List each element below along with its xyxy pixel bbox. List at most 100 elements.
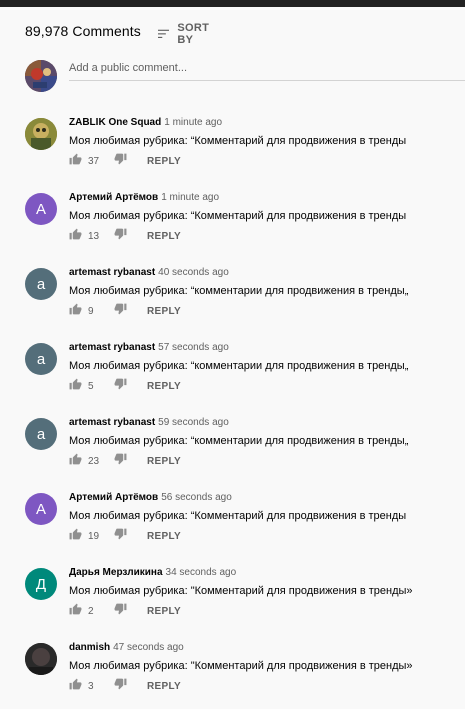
like-button[interactable] <box>69 452 82 470</box>
reply-button[interactable]: REPLY <box>147 381 181 392</box>
comment-meta: Артемий Артёмов 1 minute ago <box>69 191 465 205</box>
commenter-avatar[interactable] <box>25 118 57 150</box>
commenter-avatar[interactable]: А <box>25 193 57 225</box>
commenter-avatar[interactable] <box>25 643 57 675</box>
comment-body: artemast rybanast 40 seconds ago Моя любим… <box>69 266 465 317</box>
comment-meta: artemast rybanast 40 seconds ago <box>69 266 465 280</box>
dislike-button[interactable] <box>114 527 127 545</box>
comment-meta: artemast rybanast 59 seconds ago <box>69 416 465 430</box>
user-avatar[interactable] <box>25 60 57 92</box>
comment-time[interactable]: 47 seconds ago <box>113 642 184 653</box>
comment-body: artemast rybanast 57 seconds ago Моя любим… <box>69 341 465 392</box>
commenter-avatar[interactable]: А <box>25 493 57 525</box>
thumb-down-icon <box>114 377 127 395</box>
like-button[interactable] <box>69 602 82 620</box>
comment-text: Моя любимая рубрика: "Комментарий для пр… <box>69 660 413 672</box>
comment-actions: 5 REPLY <box>69 377 181 395</box>
add-comment-input[interactable] <box>69 60 465 81</box>
comment-text: Моя любимая рубрика: “комментарии для пр… <box>69 360 409 372</box>
comment-item: a artemast rybanast 40 seconds ago Моя люби… <box>25 266 465 338</box>
comment-actions: 2 REPLY <box>69 602 181 620</box>
comment-count: 89,978 Comments <box>25 23 141 39</box>
comment-time[interactable]: 1 minute ago <box>164 117 222 128</box>
dislike-button[interactable] <box>114 452 127 470</box>
avatar-letter: a <box>36 350 46 368</box>
thumb-down-icon <box>114 452 127 470</box>
like-button[interactable] <box>69 677 82 695</box>
comment-author[interactable]: danmish <box>69 642 110 653</box>
comment-meta: Дарья Мерзликина 34 seconds ago <box>69 566 465 580</box>
comment-time[interactable]: 56 seconds ago <box>161 492 232 503</box>
commenter-avatar[interactable]: Д <box>25 568 57 600</box>
like-button[interactable] <box>69 302 82 320</box>
comment-text: Моя любимая рубрика: “Комментарий для пр… <box>69 210 407 222</box>
thumb-up-icon <box>69 602 82 620</box>
comment-actions: 9 REPLY <box>69 302 181 320</box>
like-button[interactable] <box>69 527 82 545</box>
like-button[interactable] <box>69 152 82 170</box>
comment-meta: Артемий Артёмов 56 seconds ago <box>69 491 465 505</box>
dislike-button[interactable] <box>114 152 127 170</box>
comment-author[interactable]: artemast rybanast <box>69 417 155 428</box>
comment-item: Д Дарья Мерзликина 34 seconds ago Моя любим… <box>25 566 465 638</box>
dislike-button[interactable] <box>114 677 127 695</box>
comment-author[interactable]: Артемий Артёмов <box>69 492 158 503</box>
reply-button[interactable]: REPLY <box>147 531 181 542</box>
comments-header: 89,978 Comments SORT BY <box>25 22 209 46</box>
thumb-up-icon <box>69 227 82 245</box>
comment-text: Моя любимая рубрика: "Комментарий для пр… <box>69 585 413 597</box>
comment-time[interactable]: 59 seconds ago <box>158 417 229 428</box>
comment-author[interactable]: Артемий Артёмов <box>69 192 158 203</box>
dislike-button[interactable] <box>114 377 127 395</box>
thumb-down-icon <box>114 152 127 170</box>
like-count: 37 <box>88 155 100 167</box>
like-count: 19 <box>88 530 100 542</box>
sort-by-button[interactable]: SORT BY <box>158 22 214 46</box>
add-comment-row <box>25 60 465 92</box>
reply-button[interactable]: REPLY <box>147 606 181 617</box>
profile-photo <box>25 643 57 675</box>
reply-button[interactable]: REPLY <box>147 156 181 167</box>
commenter-avatar[interactable]: a <box>25 343 57 375</box>
reply-button[interactable]: REPLY <box>147 681 181 692</box>
comment-item: a artemast rybanast 57 seconds ago Моя люби… <box>25 341 465 413</box>
thumb-up-icon <box>69 377 82 395</box>
reply-button[interactable]: REPLY <box>147 231 181 242</box>
sort-by-label: SORT BY <box>177 22 210 46</box>
dislike-button[interactable] <box>114 602 127 620</box>
thumb-up-icon <box>69 452 82 470</box>
avatar-letter: А <box>35 500 46 518</box>
like-button[interactable] <box>69 377 82 395</box>
comment-actions: 19 REPLY <box>69 527 181 545</box>
comment-time[interactable]: 40 seconds ago <box>158 267 229 278</box>
avatar-letter: a <box>36 275 46 293</box>
like-button[interactable] <box>69 227 82 245</box>
comment-author[interactable]: artemast rybanast <box>69 267 155 278</box>
avatar-letter: Д <box>35 575 47 593</box>
comment-meta: ZABLIK One Squad 1 minute ago <box>69 116 465 130</box>
comment-actions: 37 REPLY <box>69 152 181 170</box>
profile-photo <box>25 118 57 150</box>
sort-icon <box>158 29 170 38</box>
comment-time[interactable]: 1 minute ago <box>161 192 219 203</box>
comment-meta: danmish 47 seconds ago <box>69 641 465 655</box>
dislike-button[interactable] <box>114 302 127 320</box>
thumb-down-icon <box>114 677 127 695</box>
comment-time[interactable]: 57 seconds ago <box>158 342 229 353</box>
reply-button[interactable]: REPLY <box>147 306 181 317</box>
comment-author[interactable]: ZABLIK One Squad <box>69 117 161 128</box>
comment-author[interactable]: Дарья Мерзликина <box>69 567 163 578</box>
avatar-letter: a <box>36 425 46 443</box>
comment-meta: artemast rybanast 57 seconds ago <box>69 341 465 355</box>
comment-text: Моя любимая рубрика: “комментарии для пр… <box>69 435 409 447</box>
comment-body: danmish 47 seconds ago Моя любимая рубрика… <box>69 641 465 692</box>
comment-time[interactable]: 34 seconds ago <box>166 567 237 578</box>
comment-item: А Артемий Артёмов 1 minute ago Моя любимая … <box>25 191 465 263</box>
dislike-button[interactable] <box>114 227 127 245</box>
thumb-up-icon <box>69 302 82 320</box>
commenter-avatar[interactable]: a <box>25 418 57 450</box>
comment-author[interactable]: artemast rybanast <box>69 342 155 353</box>
commenter-avatar[interactable]: a <box>25 268 57 300</box>
comment-item: a artemast rybanast 59 seconds ago Моя люби… <box>25 416 465 488</box>
reply-button[interactable]: REPLY <box>147 456 181 467</box>
